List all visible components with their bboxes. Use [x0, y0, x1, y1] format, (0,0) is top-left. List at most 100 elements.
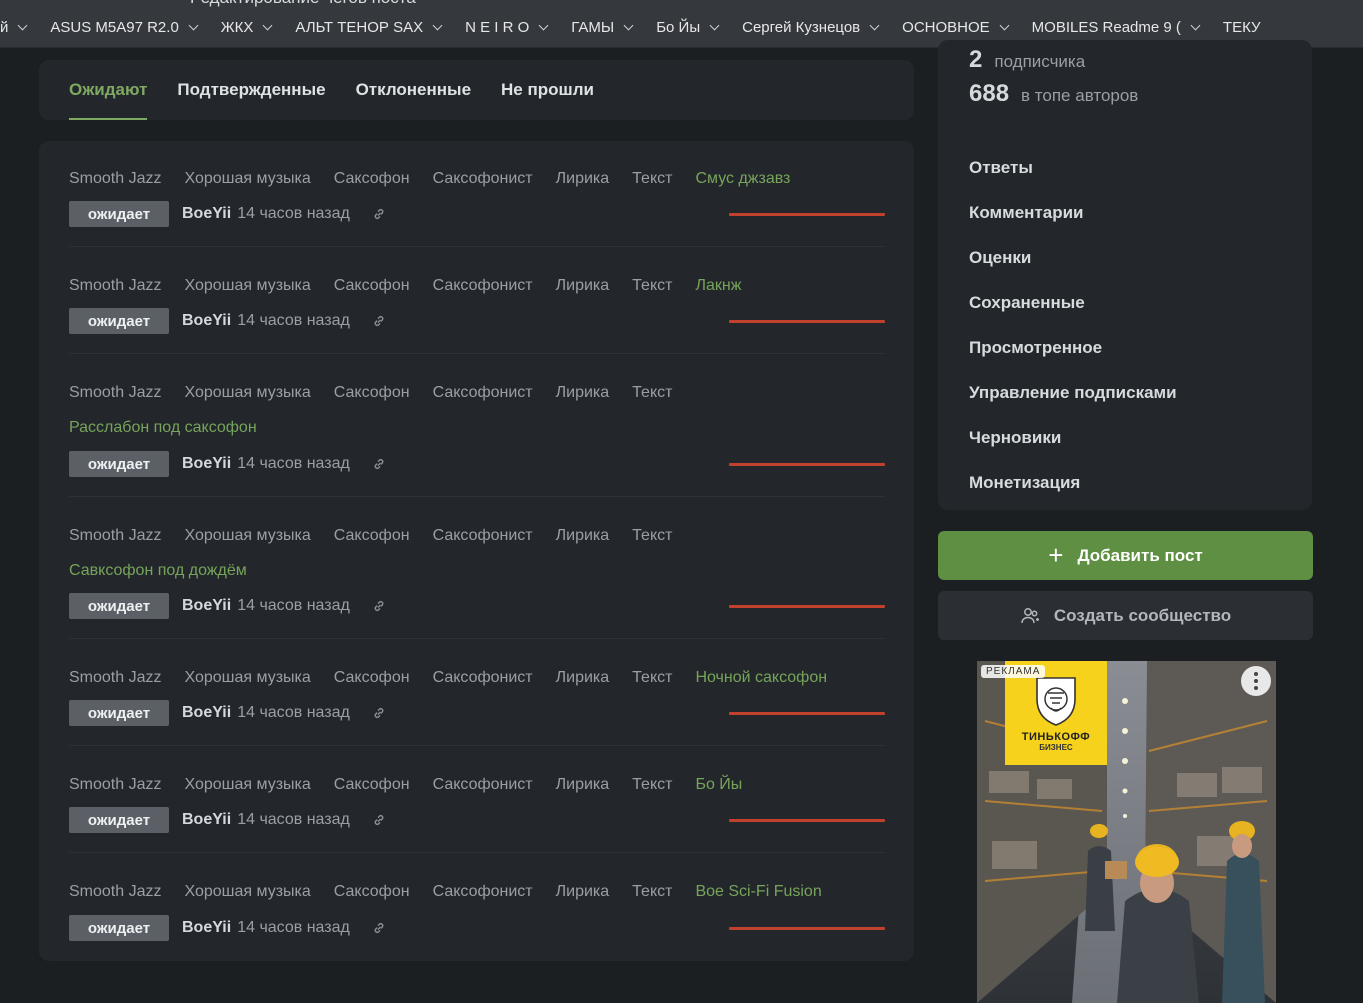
tag-link[interactable]: Хорошая музыка	[184, 383, 310, 403]
tab-2[interactable]: Отклоненные	[356, 60, 471, 120]
tag-link[interactable]: Хорошая музыка	[184, 668, 310, 688]
chevron-down-icon	[432, 20, 443, 31]
bookmark-folder[interactable]: ASUS M5A97 R2.0	[39, 8, 209, 47]
tag-link[interactable]: Саксофонист	[433, 882, 533, 902]
tab-0[interactable]: Ожидают	[69, 60, 148, 120]
author-link[interactable]: BoeYii	[182, 597, 231, 615]
status-indicator-line	[729, 927, 885, 930]
tag-link[interactable]: Саксофонист	[433, 526, 533, 546]
tag-link[interactable]: Саксофонист	[433, 169, 533, 189]
tag-link[interactable]: Текст	[632, 775, 672, 795]
sidebar-menu-item[interactable]: Сохраненные	[969, 280, 1177, 325]
tag-link[interactable]: Текст	[632, 169, 672, 189]
tag-link[interactable]: Лирика	[556, 383, 610, 403]
profile-sidebar: 2 подписчика 688 в топе авторов Ответы Ко…	[938, 40, 1312, 510]
tag-link[interactable]: Хорошая музыка	[184, 775, 310, 795]
link-icon[interactable]	[372, 599, 386, 613]
tag-link[interactable]: Саксофонист	[433, 383, 533, 403]
tag-link[interactable]: Smooth Jazz	[69, 383, 161, 403]
post-title-link[interactable]: Ночной саксофон	[695, 668, 827, 688]
post-title-link[interactable]: Boe Sci-Fi Fusion	[695, 882, 821, 902]
rating-stat: 688 в топе авторов	[969, 80, 1138, 108]
tag-link[interactable]: Саксофон	[334, 276, 410, 296]
post-meta: ожидает BoeYii 14 часов назад	[69, 915, 885, 941]
tag-link[interactable]: Саксофон	[334, 882, 410, 902]
tag-link[interactable]: Smooth Jazz	[69, 668, 161, 688]
bookmark-folder[interactable]: АЛЬТ ТЕНОР SAX	[284, 8, 454, 47]
tag-link[interactable]: Хорошая музыка	[184, 276, 310, 296]
subscribers-label: подписчика	[994, 52, 1086, 71]
post-title-link[interactable]: Расслабон под саксофон	[69, 418, 257, 438]
tag-link[interactable]: Smooth Jazz	[69, 169, 161, 189]
add-post-button[interactable]: + Добавить пост	[938, 531, 1313, 580]
link-icon[interactable]	[372, 207, 386, 221]
post-title-link[interactable]: Смус джзавз	[695, 169, 790, 189]
tag-link[interactable]: Саксофон	[334, 526, 410, 546]
author-link[interactable]: BoeYii	[182, 919, 231, 937]
post-meta: ожидает BoeYii 14 часов назад	[69, 700, 885, 726]
tag-link[interactable]: Хорошая музыка	[184, 526, 310, 546]
list-item: Smooth Jazz Хорошая музыка Саксофон Саксофо…	[69, 169, 885, 227]
bookmark-folder[interactable]: ЖКХ	[210, 8, 285, 47]
sidebar-menu-item[interactable]: Просмотренное	[969, 325, 1177, 370]
link-icon[interactable]	[372, 314, 386, 328]
author-link[interactable]: BoeYii	[182, 455, 231, 473]
bookmark-folder[interactable]: N E I R O	[454, 8, 560, 47]
tab-1[interactable]: Подтвержденные	[177, 60, 325, 120]
tag-link[interactable]: Текст	[632, 526, 672, 546]
link-icon[interactable]	[372, 706, 386, 720]
tag-link[interactable]: Лирика	[556, 526, 610, 546]
tag-link[interactable]: Саксофон	[334, 169, 410, 189]
advertisement[interactable]: РЕКЛАМА ТИНЬКОФФ БИЗНЕС	[977, 661, 1276, 1003]
tag-link[interactable]: Саксофон	[334, 668, 410, 688]
tag-link[interactable]: Smooth Jazz	[69, 276, 161, 296]
post-title-link[interactable]: Бо Йы	[695, 775, 742, 795]
tag-link[interactable]: Саксофон	[334, 775, 410, 795]
status-badge: ожидает	[69, 593, 169, 619]
bookmark-folder[interactable]: Сергей Кузнецов	[731, 8, 891, 47]
link-icon[interactable]	[372, 457, 386, 471]
tag-link[interactable]: Текст	[632, 882, 672, 902]
tag-link[interactable]: Лирика	[556, 169, 610, 189]
tag-link[interactable]: Саксофонист	[433, 775, 533, 795]
tag-link[interactable]: Саксофон	[334, 383, 410, 403]
author-link[interactable]: BoeYii	[182, 811, 231, 829]
chevron-down-icon	[709, 20, 720, 31]
tag-link[interactable]: Лирика	[556, 775, 610, 795]
tag-link[interactable]: Саксофонист	[433, 276, 533, 296]
ad-brand-line2: БИЗНЕС	[1039, 743, 1073, 752]
bookmark-folder[interactable]: й	[0, 8, 39, 47]
tag-link[interactable]: Лирика	[556, 882, 610, 902]
tag-link[interactable]: Текст	[632, 668, 672, 688]
author-link[interactable]: BoeYii	[182, 312, 231, 330]
tag-link[interactable]: Smooth Jazz	[69, 775, 161, 795]
tag-link[interactable]: Хорошая музыка	[184, 882, 310, 902]
status-badge: ожидает	[69, 915, 169, 941]
tab-3[interactable]: Не прошли	[501, 60, 594, 120]
bookmark-folder[interactable]: ГАМЫ	[560, 8, 645, 47]
sidebar-menu-item[interactable]: Черновики	[969, 415, 1177, 460]
post-title-link[interactable]: Савксофон под дождём	[69, 561, 247, 581]
link-icon[interactable]	[372, 921, 386, 935]
tag-link[interactable]: Саксофонист	[433, 668, 533, 688]
link-icon[interactable]	[372, 813, 386, 827]
more-vertical-icon[interactable]	[1241, 666, 1271, 696]
sidebar-menu-item[interactable]: Управление подписками	[969, 370, 1177, 415]
tag-link[interactable]: Smooth Jazz	[69, 526, 161, 546]
sidebar-menu-item[interactable]: Ответы	[969, 145, 1177, 190]
create-community-button[interactable]: Создать сообщество	[938, 591, 1313, 640]
tag-link[interactable]: Smooth Jazz	[69, 882, 161, 902]
tag-link[interactable]: Текст	[632, 383, 672, 403]
sidebar-menu-item[interactable]: Оценки	[969, 235, 1177, 280]
author-link[interactable]: BoeYii	[182, 205, 231, 223]
tag-link[interactable]: Хорошая музыка	[184, 169, 310, 189]
sidebar-menu-item[interactable]: Комментарии	[969, 190, 1177, 235]
bookmark-folder[interactable]: Бо Йы	[645, 8, 731, 47]
status-indicator-line	[729, 605, 885, 608]
tag-link[interactable]: Лирика	[556, 668, 610, 688]
author-link[interactable]: BoeYii	[182, 704, 231, 722]
post-title-link[interactable]: Лакнж	[695, 276, 741, 296]
tag-link[interactable]: Текст	[632, 276, 672, 296]
sidebar-menu-item[interactable]: Монетизация	[969, 460, 1177, 505]
tag-link[interactable]: Лирика	[556, 276, 610, 296]
